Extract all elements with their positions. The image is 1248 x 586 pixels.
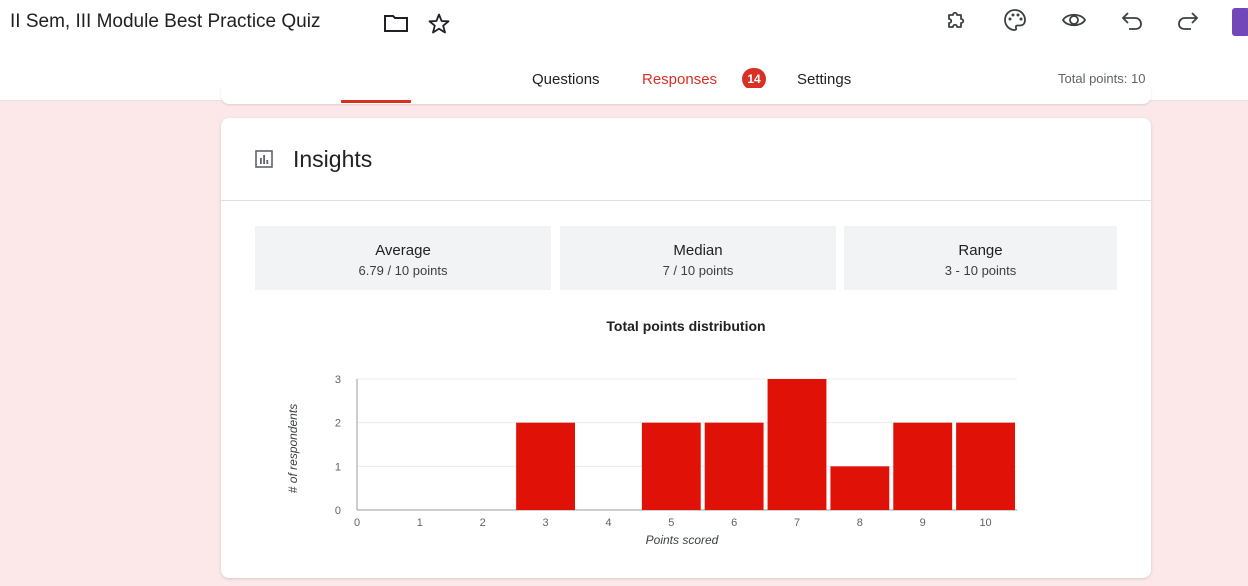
bar: [830, 466, 890, 510]
x-tick-label: 6: [731, 517, 737, 529]
tab-questions[interactable]: Questions: [532, 71, 600, 88]
x-tick-label: 7: [794, 517, 800, 529]
x-tick-label: 4: [605, 517, 611, 529]
insights-card: Insights Average 6.79 / 10 points Median…: [221, 118, 1151, 578]
bar: [893, 422, 953, 510]
x-tick-label: 0: [354, 517, 360, 529]
x-tick-label: 8: [857, 517, 863, 529]
addon-puzzle-icon[interactable]: [944, 7, 970, 33]
undo-icon[interactable]: [1119, 7, 1145, 33]
top-bar: II Sem, III Module Best Practice Quiz Qu…: [0, 0, 1248, 101]
y-tick-label: 1: [335, 461, 341, 473]
x-tick-label: 2: [480, 517, 486, 529]
bar: [641, 422, 701, 510]
preview-eye-icon[interactable]: [1061, 7, 1087, 33]
bar: [767, 379, 827, 510]
tab-settings[interactable]: Settings: [797, 71, 851, 88]
y-tick-label: 2: [335, 418, 341, 430]
redo-icon[interactable]: [1175, 7, 1201, 33]
total-points-label: Total points: 10: [1058, 71, 1146, 86]
x-axis-label: Points scored: [646, 533, 719, 547]
bar: [704, 422, 764, 510]
bar: [956, 422, 1015, 510]
x-tick-label: 1: [417, 517, 423, 529]
points-distribution-chart: 0 1 2 3 0 1 2 3 4 5 6 7 8 9 10 Points scored # of respon…: [286, 374, 1017, 547]
previous-card-accent: [341, 100, 411, 103]
y-axis-label: # of respondents: [286, 404, 300, 493]
folder-icon[interactable]: [383, 13, 409, 33]
x-tick-label: 3: [543, 517, 549, 529]
x-tick-label: 9: [920, 517, 926, 529]
bar: [516, 422, 575, 510]
y-tick-label: 3: [335, 374, 341, 386]
send-button[interactable]: [1232, 8, 1248, 36]
x-tick-label: 5: [668, 517, 674, 529]
y-tick-label: 0: [335, 505, 341, 517]
x-tick-label: 10: [979, 517, 991, 529]
star-icon[interactable]: [427, 12, 451, 36]
responses-count-badge: 14: [742, 68, 766, 90]
tab-responses[interactable]: Responses: [642, 71, 717, 88]
document-title[interactable]: II Sem, III Module Best Practice Quiz: [10, 11, 320, 33]
palette-icon[interactable]: [1002, 7, 1028, 33]
